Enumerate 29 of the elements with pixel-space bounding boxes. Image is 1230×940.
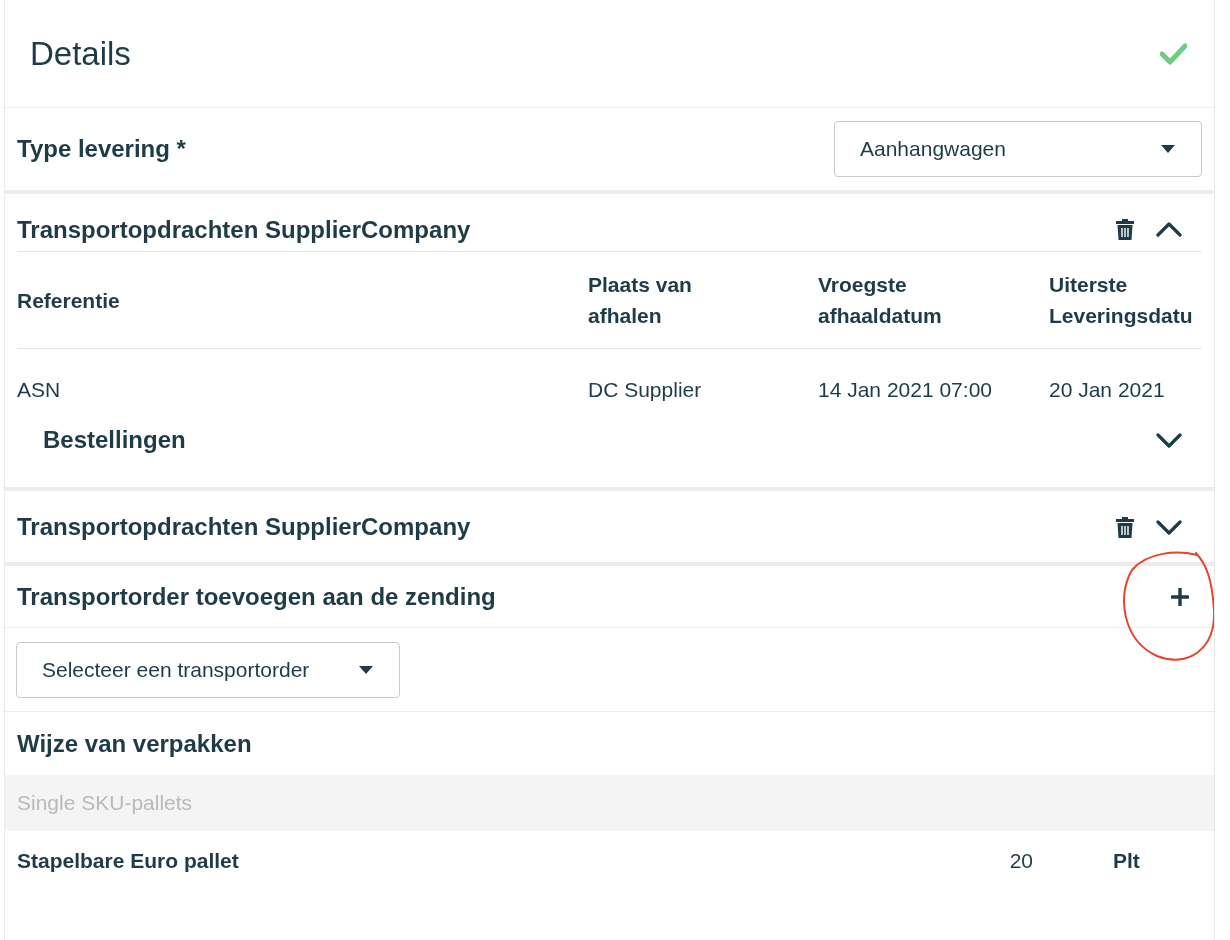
- panel-title: Details: [30, 34, 131, 73]
- table-cell-text: 14 Jan 2021 07:00: [818, 377, 993, 403]
- item-name: Stapelbare Euro pallet: [17, 849, 240, 873]
- column-header: Uiterste Leveringsdatu: [1049, 272, 1194, 329]
- transport-order-select[interactable]: Selecteer een transportorder: [16, 641, 400, 698]
- chevron-up-icon[interactable]: [1156, 222, 1182, 237]
- column-header: Vroegste afhaaldatum: [818, 272, 943, 329]
- group-header: Single SKU-pallets: [5, 775, 1214, 831]
- trash-icon[interactable]: [1116, 219, 1134, 240]
- table-cell-text: 20 Jan 2021: [1049, 377, 1166, 403]
- table-cell-text: ASN: [17, 377, 62, 403]
- chevron-down-icon[interactable]: [1156, 432, 1182, 448]
- section-title: Wijze van verpakken: [17, 729, 252, 758]
- section-title: Transportopdrachten SupplierCompany: [17, 215, 471, 244]
- table-cell-text: DC Supplier: [588, 377, 703, 403]
- quantity-text: 20: [1008, 849, 1033, 873]
- section-title: Transportopdrachten SupplierCompany: [17, 513, 471, 541]
- plus-icon[interactable]: [1171, 587, 1189, 606]
- unit-text: Plt: [1113, 849, 1141, 873]
- section-title: Transportorder toevoegen aan de zending: [17, 582, 496, 611]
- caret-icon: [1161, 145, 1175, 153]
- caret-icon: [359, 665, 373, 674]
- chevron-down-icon[interactable]: [1156, 519, 1182, 535]
- column-header: Referentie: [17, 287, 121, 314]
- delivery-type-select[interactable]: Aanhangwagen: [834, 121, 1202, 177]
- subsection-title: Bestellingen: [43, 426, 186, 454]
- column-header: Plaats van afhalen: [588, 272, 693, 329]
- field-label: Type levering *: [17, 135, 186, 163]
- trash-icon[interactable]: [1116, 516, 1134, 538]
